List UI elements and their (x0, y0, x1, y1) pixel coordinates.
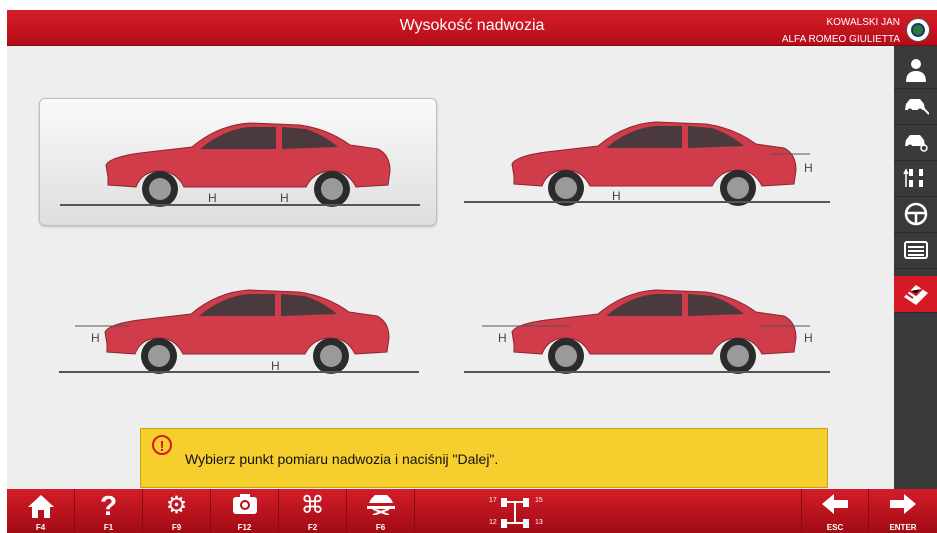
option-both-wheelarch[interactable]: H H (460, 266, 856, 392)
height-label: H (271, 359, 280, 373)
height-label: H (208, 191, 217, 205)
command-button[interactable]: ⌘ F2 (279, 489, 347, 533)
camera-button[interactable]: F12 (211, 489, 279, 533)
help-icon: ? (99, 490, 118, 521)
arrow-left-icon (802, 493, 868, 521)
axle-diagram: 17 15 12 13 (487, 496, 547, 530)
height-label: H (498, 331, 507, 345)
settings-button[interactable]: ⚙ F9 (143, 489, 211, 533)
car-search-icon[interactable] (894, 124, 937, 161)
esc-button[interactable]: ESC (801, 489, 869, 533)
warning-icon: ! (152, 435, 172, 455)
title-bar: Wysokość nadwozia KOWALSKI JAN ALFA ROME… (7, 10, 937, 46)
option-rear-ground[interactable]: H H (39, 98, 437, 226)
car-diagram: H H (464, 289, 830, 374)
instruction-text: Wybierz punkt pomiaru nadwozia i naciśni… (185, 451, 499, 467)
option-front-wheelarch[interactable]: H H (39, 266, 435, 392)
option-rear-wheelarch[interactable]: H H (460, 98, 856, 224)
help-button[interactable]: ? F1 (75, 489, 143, 533)
keyboard-icon[interactable] (894, 232, 937, 269)
height-label: H (612, 189, 621, 203)
car-wrench-icon[interactable] (894, 88, 937, 125)
user-info: KOWALSKI JAN ALFA ROMEO GIULIETTA (782, 14, 900, 48)
function-bar: F4 ? F1 ⚙ F9 F12 ⌘ F2 F6 17 15 12 13 ESC… (7, 489, 937, 533)
home-icon (7, 493, 74, 525)
technician-icon[interactable] (894, 52, 937, 89)
steering-wheel-icon[interactable] (894, 196, 937, 233)
height-label: H (804, 161, 813, 175)
instruction-message: ! Wybierz punkt pomiaru nadwozia i naciś… (140, 428, 828, 488)
command-icon: ⌘ (300, 492, 325, 519)
axle-adjust-icon[interactable] (894, 160, 937, 197)
right-sidebar (894, 46, 937, 489)
brand-logo (906, 18, 930, 42)
car-diagram: H H (464, 121, 830, 206)
enter-button[interactable]: ENTER (869, 489, 937, 533)
axle-icon (501, 498, 529, 528)
camera-icon (211, 493, 278, 521)
lift-icon (347, 493, 414, 521)
arrow-right-icon (869, 493, 937, 521)
height-label: H (280, 191, 289, 205)
checkered-flag-icon[interactable] (894, 276, 937, 313)
home-button[interactable]: F4 (7, 489, 75, 533)
lift-button[interactable]: F6 (347, 489, 415, 533)
car-diagram: H H (59, 289, 419, 374)
height-label: H (91, 331, 100, 345)
settings-icon: ⚙ (165, 492, 188, 519)
user-name: KOWALSKI JAN (826, 17, 900, 28)
car-diagram: H H (60, 122, 420, 207)
height-label: H (804, 331, 813, 345)
